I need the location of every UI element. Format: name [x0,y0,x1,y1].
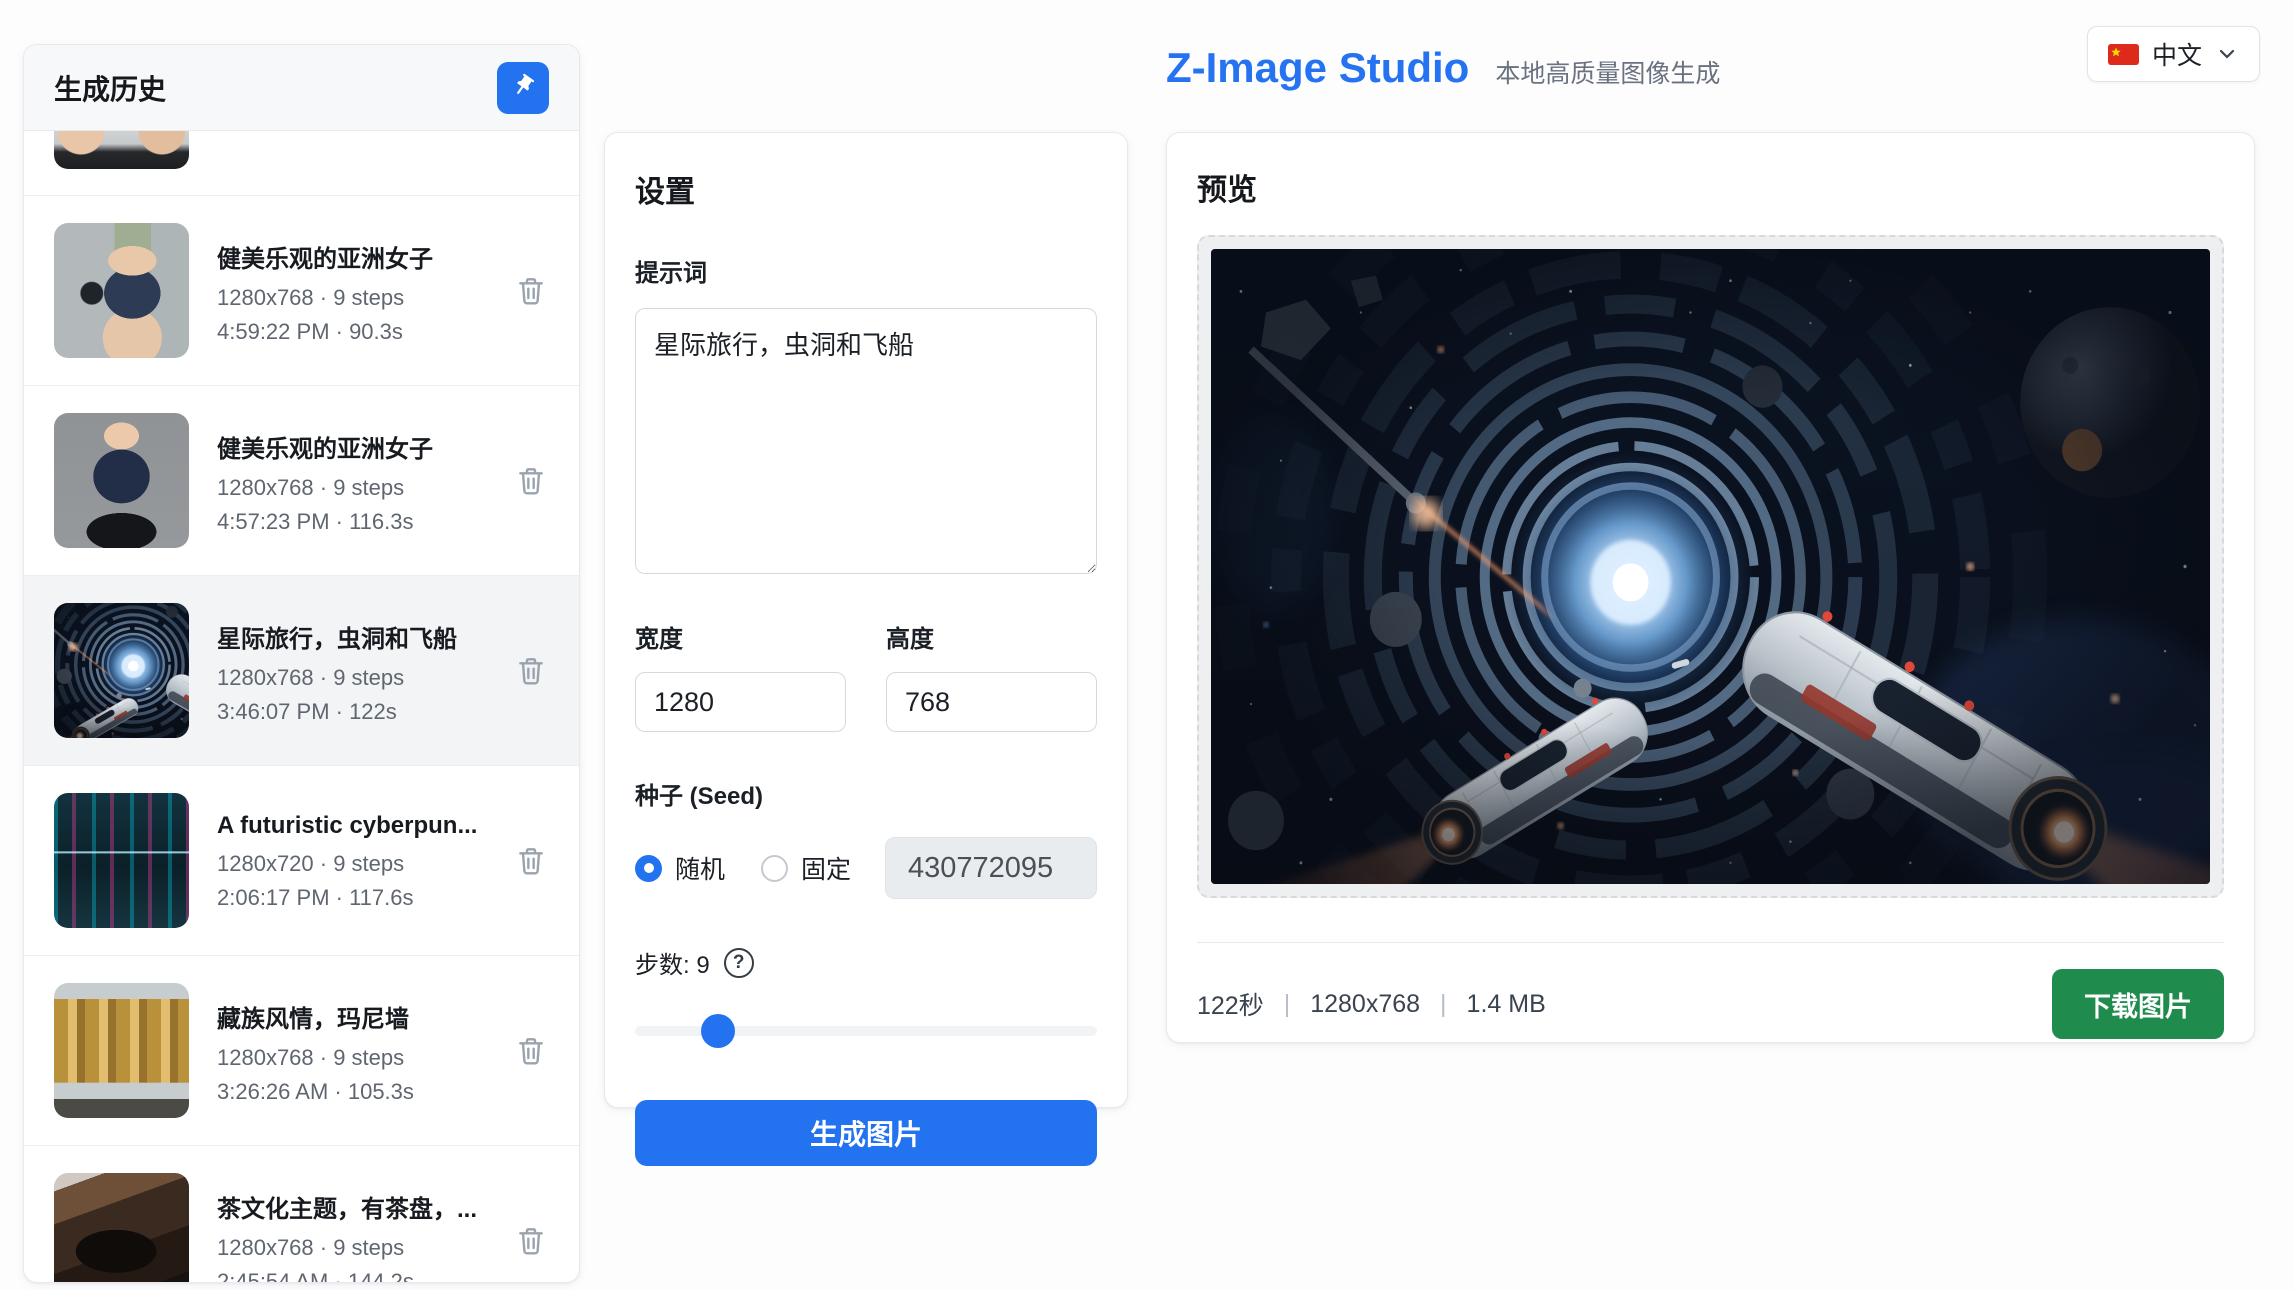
history-item-meta: 1280x768 · 9 steps [217,667,501,689]
history-item-time: 3:26:26 AM · 105.3s [217,1081,501,1103]
history-item-text: 藏族风情，玛尼墙 1280x768 · 9 steps 3:26:26 AM ·… [217,999,501,1103]
status-separator: | [1440,990,1447,1019]
history-item-meta: 1280x720 · 9 steps [217,853,501,875]
history-item-title: 健美乐观的亚洲女子 [217,429,501,464]
seed-random-label[interactable]: 随机 [675,850,725,886]
seed-label: 种子 (Seed) [635,776,1097,811]
pin-button[interactable] [497,62,549,114]
chevron-down-icon [2215,42,2239,66]
trash-icon[interactable] [515,844,549,878]
history-thumbnail [54,603,189,738]
history-item-meta: 1280x768 · 9 steps [217,477,501,499]
pin-icon [510,73,536,102]
seed-value-input[interactable] [885,837,1097,899]
steps-label: 步数: 9 [635,945,710,980]
history-sidebar: 生成历史 健美乐观的亚洲女子 1280x768 · 9 steps 4:59:2… [23,44,580,1283]
prompt-label: 提示词 [635,253,1097,288]
history-item[interactable]: 健美乐观的亚洲女子 1280x768 · 9 steps 4:57:23 PM … [24,385,579,575]
history-item-title: 茶文化主题，有茶盘，... [217,1189,501,1224]
history-item-text: 星际旅行，虫洞和飞船 1280x768 · 9 steps 3:46:07 PM… [217,619,501,723]
settings-panel: 设置 提示词 星际旅行，虫洞和飞船 宽度 高度 种子 (Seed) 随机 固定 … [604,132,1128,1108]
history-item-time: 4:57:23 PM · 116.3s [217,511,501,533]
generated-image[interactable] [1211,249,2210,884]
trash-icon[interactable] [515,654,549,688]
history-header: 生成历史 [24,45,579,131]
download-button[interactable]: 下载图片 [2052,969,2224,1039]
history-thumbnail [54,223,189,358]
seed-row: 随机 固定 [635,837,1097,899]
preview-divider [1197,942,2224,943]
history-thumbnail [54,793,189,928]
seed-random-radio[interactable] [635,855,662,882]
status-text: 122秒 | 1280x768 | 1.4 MB [1197,986,1546,1022]
app-header: Z-Image Studio 本地高质量图像生成 [1166,44,1720,92]
history-item-text: 茶文化主题，有茶盘，... 1280x768 · 9 steps 2:45:54… [217,1189,501,1283]
seed-fixed-label[interactable]: 固定 [801,850,851,886]
width-field-group: 宽度 [635,619,846,732]
history-item-text: 健美乐观的亚洲女子 1280x768 · 9 steps 4:59:22 PM … [217,239,501,343]
history-item[interactable]: 茶文化主题，有茶盘，... 1280x768 · 9 steps 2:45:54… [24,1145,579,1282]
steps-row: 步数: 9 ? [635,945,1097,980]
prompt-input[interactable]: 星际旅行，虫洞和飞船 [635,308,1097,574]
history-list: 健美乐观的亚洲女子 1280x768 · 9 steps 4:59:22 PM … [24,131,579,1282]
width-label: 宽度 [635,619,846,654]
status-separator: | [1284,990,1291,1019]
history-item-title: 星际旅行，虫洞和飞船 [217,619,501,654]
steps-slider[interactable] [635,1014,1097,1048]
history-item[interactable]: 健美乐观的亚洲女子 1280x768 · 9 steps 4:59:22 PM … [24,195,579,385]
history-item-time: 2:45:54 AM · 144.2s [217,1271,501,1283]
history-thumbnail [54,1173,189,1282]
history-item-partial[interactable] [24,131,579,195]
history-title: 生成历史 [54,68,166,108]
preview-panel: 预览 122秒 | 1280x768 | 1.4 MB 下载图片 [1166,132,2255,1043]
settings-heading: 设置 [635,167,1097,211]
history-item-title: 藏族风情，玛尼墙 [217,999,501,1034]
history-item-time: 2:06:17 PM · 117.6s [217,887,501,909]
preview-stage [1197,235,2224,898]
history-item-selected[interactable]: 星际旅行，虫洞和飞船 1280x768 · 9 steps 3:46:07 PM… [24,575,579,765]
china-flag-icon [2108,44,2139,65]
help-icon[interactable]: ? [724,948,754,978]
history-thumbnail [54,983,189,1118]
history-item-meta: 1280x768 · 9 steps [217,1237,501,1259]
app-root: 生成历史 健美乐观的亚洲女子 1280x768 · 9 steps 4:59:2… [0,0,2294,1290]
history-item-text: A futuristic cyberpun... 1280x720 · 9 st… [217,812,501,909]
height-label: 高度 [886,619,1097,654]
history-item-time: 4:59:22 PM · 90.3s [217,321,501,343]
history-thumbnail [54,131,189,169]
status-resolution: 1280x768 [1310,990,1420,1019]
language-label: 中文 [2152,36,2202,72]
app-title: Z-Image Studio [1166,44,1469,92]
status-row: 122秒 | 1280x768 | 1.4 MB 下载图片 [1197,969,2224,1039]
preview-heading: 预览 [1197,165,2224,209]
seed-fixed-radio[interactable] [761,855,788,882]
status-duration: 122秒 [1197,986,1264,1022]
history-item[interactable]: 藏族风情，玛尼墙 1280x768 · 9 steps 3:26:26 AM ·… [24,955,579,1145]
trash-icon[interactable] [515,274,549,308]
history-item-title: 健美乐观的亚洲女子 [217,239,501,274]
history-item[interactable]: A futuristic cyberpun... 1280x720 · 9 st… [24,765,579,955]
history-item-meta: 1280x768 · 9 steps [217,1047,501,1069]
trash-icon[interactable] [515,464,549,498]
history-item-title: A futuristic cyberpun... [217,812,501,840]
history-item-meta: 1280x768 · 9 steps [217,287,501,309]
trash-icon[interactable] [515,1224,549,1258]
language-selector[interactable]: 中文 [2087,26,2260,82]
generate-button[interactable]: 生成图片 [635,1100,1097,1166]
dimensions-row: 宽度 高度 [635,619,1097,732]
height-input[interactable] [886,672,1097,732]
history-item-time: 3:46:07 PM · 122s [217,701,501,723]
history-item-text: 健美乐观的亚洲女子 1280x768 · 9 steps 4:57:23 PM … [217,429,501,533]
status-filesize: 1.4 MB [1467,990,1546,1019]
app-subtitle: 本地高质量图像生成 [1495,54,1720,90]
height-field-group: 高度 [886,619,1097,732]
history-thumbnail [54,413,189,548]
width-input[interactable] [635,672,846,732]
slider-thumb[interactable] [701,1014,735,1048]
trash-icon[interactable] [515,1034,549,1068]
